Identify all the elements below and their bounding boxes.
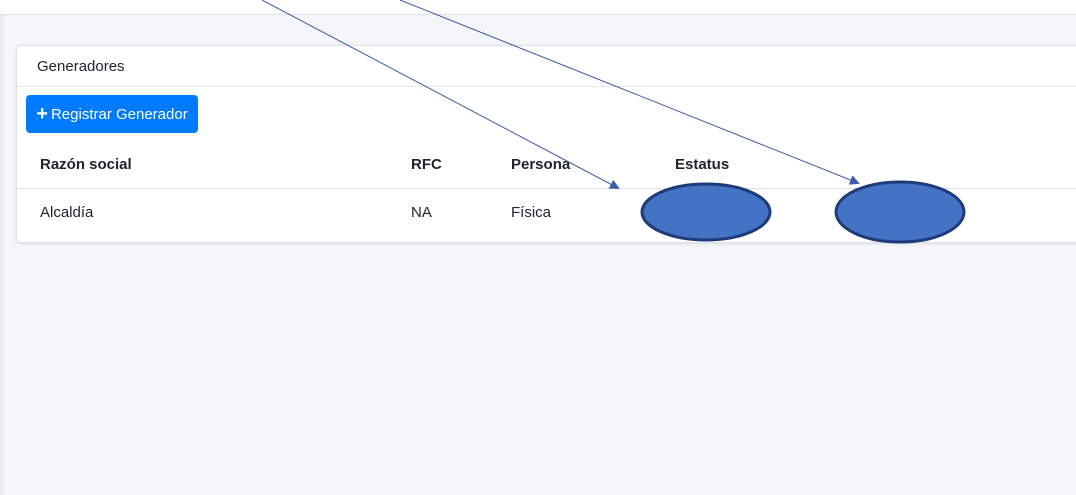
card-header: Generadores [17, 46, 1076, 87]
column-header-persona: Persona [511, 156, 571, 173]
ver-button-label: Ver [901, 209, 920, 223]
status-badge: ✔ Verificado [674, 207, 742, 224]
column-header-razon-social: Razón social [40, 156, 132, 173]
top-navbar [0, 0, 1076, 15]
status-badge-label: Verificado [689, 210, 738, 221]
cell-rfc: NA [411, 204, 432, 221]
eye-icon [886, 213, 899, 219]
column-header-rfc: RFC [411, 156, 442, 173]
left-edge [0, 0, 4, 495]
check-icon: ✔ [678, 210, 688, 222]
registrar-generador-label: Registrar Generador [50, 105, 188, 123]
ver-button[interactable]: Ver [877, 203, 929, 229]
generadores-card: Generadores + Registrar Generador Razón … [16, 45, 1076, 243]
registrar-generador-button[interactable]: + Registrar Generador [26, 95, 198, 133]
card-title: Generadores [37, 57, 125, 75]
cell-persona: Física [511, 204, 552, 221]
table-row-divider [17, 188, 1076, 189]
cell-razon-social: Alcaldía [40, 204, 94, 221]
plus-icon: + [36, 103, 48, 125]
column-header-estatus: Estatus [675, 156, 730, 173]
